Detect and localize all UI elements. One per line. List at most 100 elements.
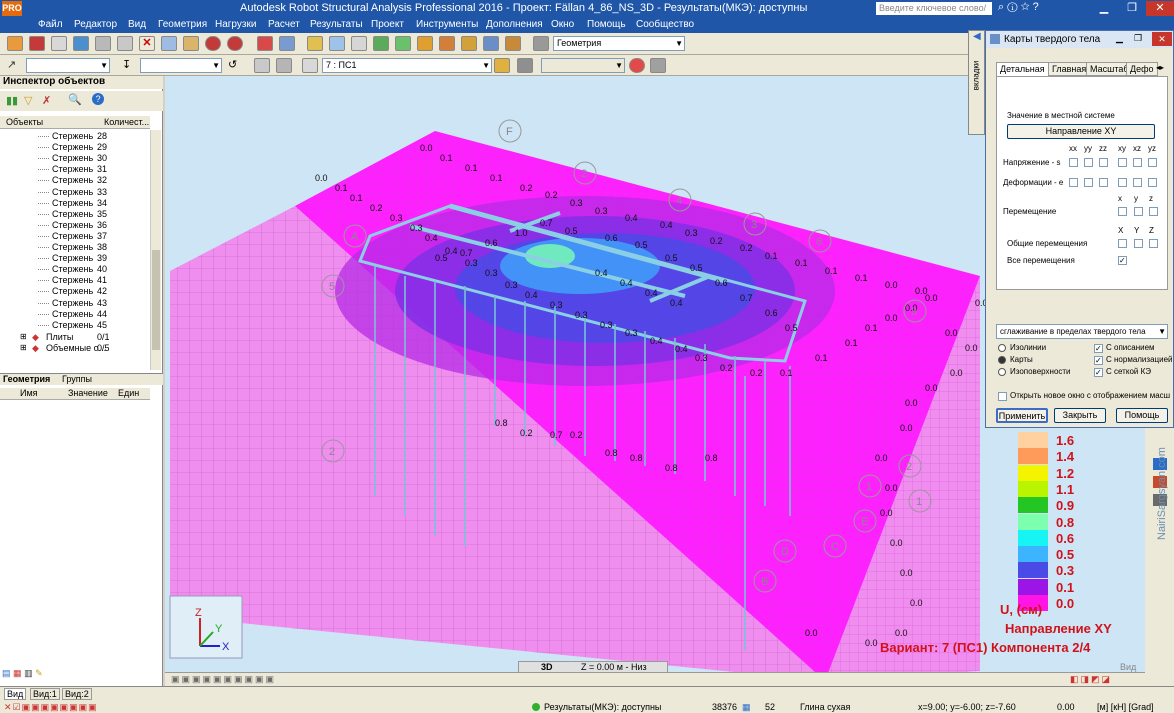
calc-icon[interactable] [351, 36, 367, 51]
mode-icon[interactable] [517, 58, 533, 73]
copy-icon[interactable] [161, 36, 177, 51]
gray-icon[interactable] [276, 58, 292, 73]
displacement-checkbox[interactable] [1118, 239, 1127, 248]
column-count[interactable]: Количест... [104, 117, 149, 127]
component-checkbox[interactable] [1069, 178, 1078, 187]
expand-icon[interactable]: ⊞ [20, 343, 27, 352]
search-icon[interactable]: 🔍 [68, 93, 82, 106]
open-book-icon[interactable] [73, 36, 89, 51]
tree-scrollbar[interactable] [150, 130, 161, 370]
view-mode[interactable]: 3D [541, 662, 553, 672]
menu-file[interactable]: Файл [38, 19, 63, 30]
list-icon[interactable] [302, 58, 318, 73]
section-icon[interactable] [417, 36, 433, 51]
tab-groups[interactable]: Группы [62, 374, 92, 384]
binoculars-icon[interactable]: ⌕ [998, 1, 1004, 13]
tree-bar-row[interactable]: Стержень 31 [0, 164, 150, 175]
help-button[interactable]: Помощь [1116, 408, 1168, 423]
list-icon[interactable]: ▤ [2, 668, 11, 678]
tree-bar-row[interactable]: Стержень 42 [0, 286, 150, 297]
help-icon[interactable]: ? [1033, 1, 1039, 13]
color-icon[interactable]: ▦ [13, 668, 22, 678]
menu-window[interactable]: Окно [551, 19, 574, 30]
attributes-icon[interactable] [650, 58, 666, 73]
dialog-minimize-button[interactable]: ▁ [1116, 33, 1123, 44]
radio-isolines[interactable] [998, 344, 1006, 352]
tab-deformation[interactable]: Дефо [1126, 62, 1158, 76]
star-icon[interactable]: ☆ [1021, 1, 1030, 13]
filter-icon[interactable]: ▽ [24, 94, 32, 107]
displacement-checkbox[interactable] [1134, 207, 1143, 216]
tree-bar-row[interactable]: Стержень 35 [0, 209, 150, 220]
tree-bar-row[interactable]: Стержень 40 [0, 264, 150, 275]
node-select-icon[interactable]: ↗ [7, 58, 23, 73]
lock-icon[interactable] [307, 36, 323, 51]
tab-view[interactable]: Вид [4, 688, 27, 700]
maximize-button[interactable]: ❐ [1118, 1, 1146, 16]
tree-bar-row[interactable]: Стержень 32 [0, 175, 150, 186]
side-tab-label[interactable]: вкладки [971, 61, 980, 91]
component-checkbox[interactable] [1084, 178, 1093, 187]
dialog-close-button[interactable]: ✕ [1152, 32, 1172, 46]
menu-project[interactable]: Проект [371, 19, 404, 30]
tree-plates[interactable]: ⊞ ◆ Плиты 0/1 [0, 332, 150, 343]
tab-detailed[interactable]: Детальная [996, 62, 1049, 76]
tree-bar-row[interactable]: Стержень 30 [0, 153, 150, 164]
undo-icon[interactable] [205, 36, 221, 51]
bar-select-icon[interactable]: ↧ [122, 58, 138, 73]
screen-capture-icon[interactable] [117, 36, 133, 51]
tree-bar-row[interactable]: Стержень 28 [0, 131, 150, 142]
tree-bar-row[interactable]: Стержень 37 [0, 231, 150, 242]
component-checkbox[interactable] [1148, 178, 1157, 187]
close-dialog-button[interactable]: Закрыть [1054, 408, 1106, 423]
layout-icon[interactable] [533, 36, 549, 51]
info-icon[interactable]: ⓘ [1007, 1, 1017, 13]
component-checkbox[interactable] [1118, 178, 1127, 187]
minimize-button[interactable]: ▁ [1090, 1, 1118, 16]
tree-bar-row[interactable]: Стержень 34 [0, 198, 150, 209]
results-icon[interactable] [395, 36, 411, 51]
displacement-checkbox[interactable] [1134, 239, 1143, 248]
tab-main[interactable]: Главная [1048, 62, 1091, 76]
clear-filter-icon[interactable]: ✗ [42, 94, 51, 107]
component-checkbox[interactable] [1069, 158, 1078, 167]
view-toggle-icon[interactable]: ◧◨◩◪ [1070, 674, 1112, 685]
delete-icon[interactable]: ✕ [139, 36, 155, 51]
all-displacement-checkbox[interactable]: ✓ [1118, 256, 1127, 265]
help-icon[interactable]: ? [92, 93, 104, 105]
run-icon[interactable] [373, 36, 389, 51]
displacement-checkbox[interactable] [1118, 207, 1127, 216]
column-objects[interactable]: Объекты [6, 117, 43, 127]
tab-geometry[interactable]: Геометрия [3, 374, 50, 384]
frame-icon[interactable] [254, 58, 270, 73]
component-checkbox[interactable] [1118, 158, 1127, 167]
tree-bar-row[interactable]: Стержень 45 [0, 320, 150, 331]
tree-bar-row[interactable]: Стержень 41 [0, 275, 150, 286]
menu-geometry[interactable]: Геометрия [158, 19, 207, 30]
columns-icon[interactable]: ▮▮ [6, 94, 18, 107]
tree-bar-row[interactable]: Стержень 36 [0, 220, 150, 231]
component-checkbox[interactable] [1148, 158, 1157, 167]
print-preview-icon[interactable] [95, 36, 111, 51]
menu-addons[interactable]: Дополнения [486, 19, 543, 30]
component-checkbox[interactable] [1099, 178, 1108, 187]
tree-bar-row[interactable]: Стержень 33 [0, 187, 150, 198]
node-combo[interactable]: ▼ [26, 58, 110, 73]
collapse-arrow-icon[interactable]: ◀ [973, 31, 981, 42]
displacement-checkbox[interactable] [1149, 207, 1158, 216]
print-icon[interactable] [51, 36, 67, 51]
load-case-combo[interactable]: 7 : ПС1 ▼ [322, 58, 492, 73]
component-checkbox[interactable] [1133, 158, 1142, 167]
checkbox-new-window[interactable] [998, 392, 1007, 401]
mode-combo[interactable]: ▼ [541, 58, 625, 73]
prop-col-value[interactable]: Значение [68, 388, 108, 398]
redo-icon[interactable] [227, 36, 243, 51]
load-type-icon[interactable] [494, 58, 510, 73]
expand-icon[interactable]: ⊞ [20, 332, 27, 341]
menu-results[interactable]: Результаты [310, 19, 363, 30]
status-tools-icon[interactable]: ✕☑▣▣▣▣▣▣▣▣ [4, 702, 98, 713]
layout-combo[interactable]: Геометрия ▼ [553, 36, 685, 51]
tree-bar-row[interactable]: Стержень 29 [0, 142, 150, 153]
dialog-maximize-button[interactable]: ❐ [1134, 33, 1142, 44]
concrete-icon[interactable] [461, 36, 477, 51]
